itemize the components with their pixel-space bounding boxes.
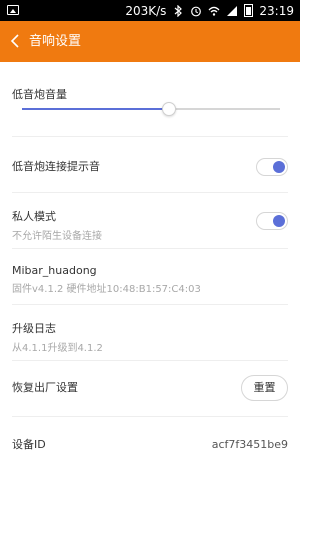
private-mode-row: 私人模式 不允许陌生设备连接 (12, 208, 288, 242)
signal-icon (227, 5, 238, 16)
device-firmware-detail: 固件v4.1.2 硬件地址10:48:B1:57:C4:03 (12, 284, 201, 295)
reset-button[interactable]: 重置 (241, 375, 288, 401)
slider-thumb[interactable] (162, 102, 176, 116)
network-speed: 203K/s (125, 3, 167, 18)
toggle-knob (273, 161, 285, 173)
device-id-value: acf7f3451be9 (211, 438, 288, 451)
back-arrow-icon[interactable] (10, 34, 20, 48)
divider (12, 192, 288, 193)
private-mode-description: 不允许陌生设备连接 (12, 231, 102, 242)
bluetooth-icon (175, 4, 183, 17)
divider (12, 248, 288, 249)
status-right: 203K/s 23:19 (125, 0, 294, 21)
upgrade-log-row[interactable]: 升级日志 从4.1.1升级到4.1.2 (12, 320, 288, 354)
status-bar: 203K/s 23:19 (0, 0, 300, 21)
battery-icon (244, 4, 254, 17)
connect-tone-label: 低音炮连接提示音 (12, 160, 100, 173)
subwoofer-volume-slider[interactable] (22, 102, 280, 116)
clock: 23:19 (259, 3, 294, 18)
divider (12, 136, 288, 137)
toggle-knob (273, 215, 285, 227)
private-mode-label: 私人模式 (12, 210, 56, 223)
device-id-row: 设备ID acf7f3451be9 (12, 437, 288, 453)
divider (12, 360, 288, 361)
wifi-icon (208, 6, 220, 16)
device-info-row[interactable]: Mibar_huadong 固件v4.1.2 硬件地址10:48:B1:57:C… (12, 264, 288, 295)
upgrade-log-detail: 从4.1.1升级到4.1.2 (12, 343, 103, 354)
connect-tone-row: 低音炮连接提示音 (12, 158, 288, 176)
subwoofer-volume-row: 低音炮音量 (12, 86, 288, 102)
connect-tone-toggle[interactable] (256, 158, 288, 176)
slider-fill (22, 108, 169, 110)
image-icon (7, 5, 19, 15)
device-name: Mibar_huadong (12, 264, 97, 277)
subwoofer-volume-label: 低音炮音量 (12, 88, 67, 101)
divider (12, 416, 288, 417)
upgrade-log-label: 升级日志 (12, 322, 56, 335)
factory-reset-row: 恢复出厂设置 重置 (12, 375, 288, 401)
divider (12, 304, 288, 305)
title-bar: 音响设置 (0, 21, 300, 62)
private-mode-toggle[interactable] (256, 212, 288, 230)
alarm-icon (191, 6, 202, 16)
page-title: 音响设置 (29, 34, 82, 49)
